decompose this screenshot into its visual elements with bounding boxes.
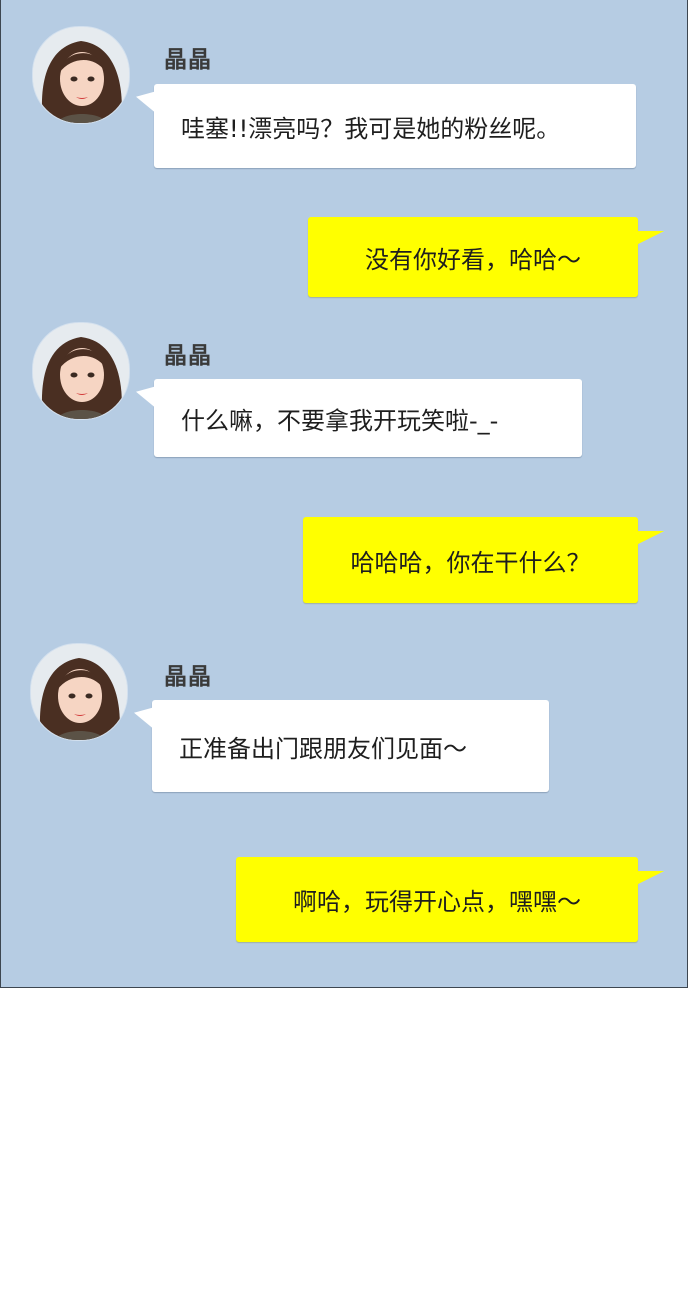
message-text: 哈哈哈，你在干什么？ bbox=[350, 548, 591, 577]
message-bubble-incoming: 正准备出门跟朋友们见面～ bbox=[134, 700, 549, 792]
message-text: 啊哈，玩得开心点，嘿嘿～ bbox=[293, 888, 581, 916]
message-text: 什么嘛，不要拿我开玩笑啦-_- bbox=[181, 406, 499, 435]
message-bubble-outgoing: 哈哈哈，你在干什么？ bbox=[303, 517, 664, 603]
message-bubble-outgoing: 没有你好看，哈哈～ bbox=[308, 217, 664, 297]
avatar-jingjing[interactable] bbox=[33, 323, 129, 419]
message-text: 没有你好看，哈哈～ bbox=[365, 245, 581, 274]
sender-name: 晶晶 bbox=[164, 343, 212, 369]
chat-panel: 晶晶 哇塞!!漂亮吗？我可是她的粉丝呢。 没有你好看，哈哈～ 晶晶 什么嘛，不要… bbox=[0, 0, 688, 988]
message-bubble-incoming: 哇塞!!漂亮吗？我可是她的粉丝呢。 bbox=[136, 84, 636, 168]
bubble-tail bbox=[636, 231, 664, 245]
sender-name: 晶晶 bbox=[164, 664, 212, 690]
message-text: 正准备出门跟朋友们见面～ bbox=[179, 734, 467, 763]
bubble-tail bbox=[636, 531, 664, 545]
message-bubble-incoming: 什么嘛，不要拿我开玩笑啦-_- bbox=[136, 379, 582, 457]
sender-name: 晶晶 bbox=[164, 47, 212, 73]
message-bubble-outgoing: 啊哈，玩得开心点，嘿嘿～ bbox=[236, 857, 664, 942]
message-text: 哇塞!!漂亮吗？我可是她的粉丝呢。 bbox=[181, 114, 561, 143]
avatar-jingjing[interactable] bbox=[31, 644, 127, 740]
bubble-tail bbox=[136, 84, 156, 114]
bubble-tail bbox=[136, 379, 156, 409]
bubble-tail bbox=[636, 871, 664, 885]
bubble-tail bbox=[134, 700, 154, 730]
blank-area bbox=[0, 988, 690, 1304]
avatar-jingjing[interactable] bbox=[33, 27, 129, 123]
